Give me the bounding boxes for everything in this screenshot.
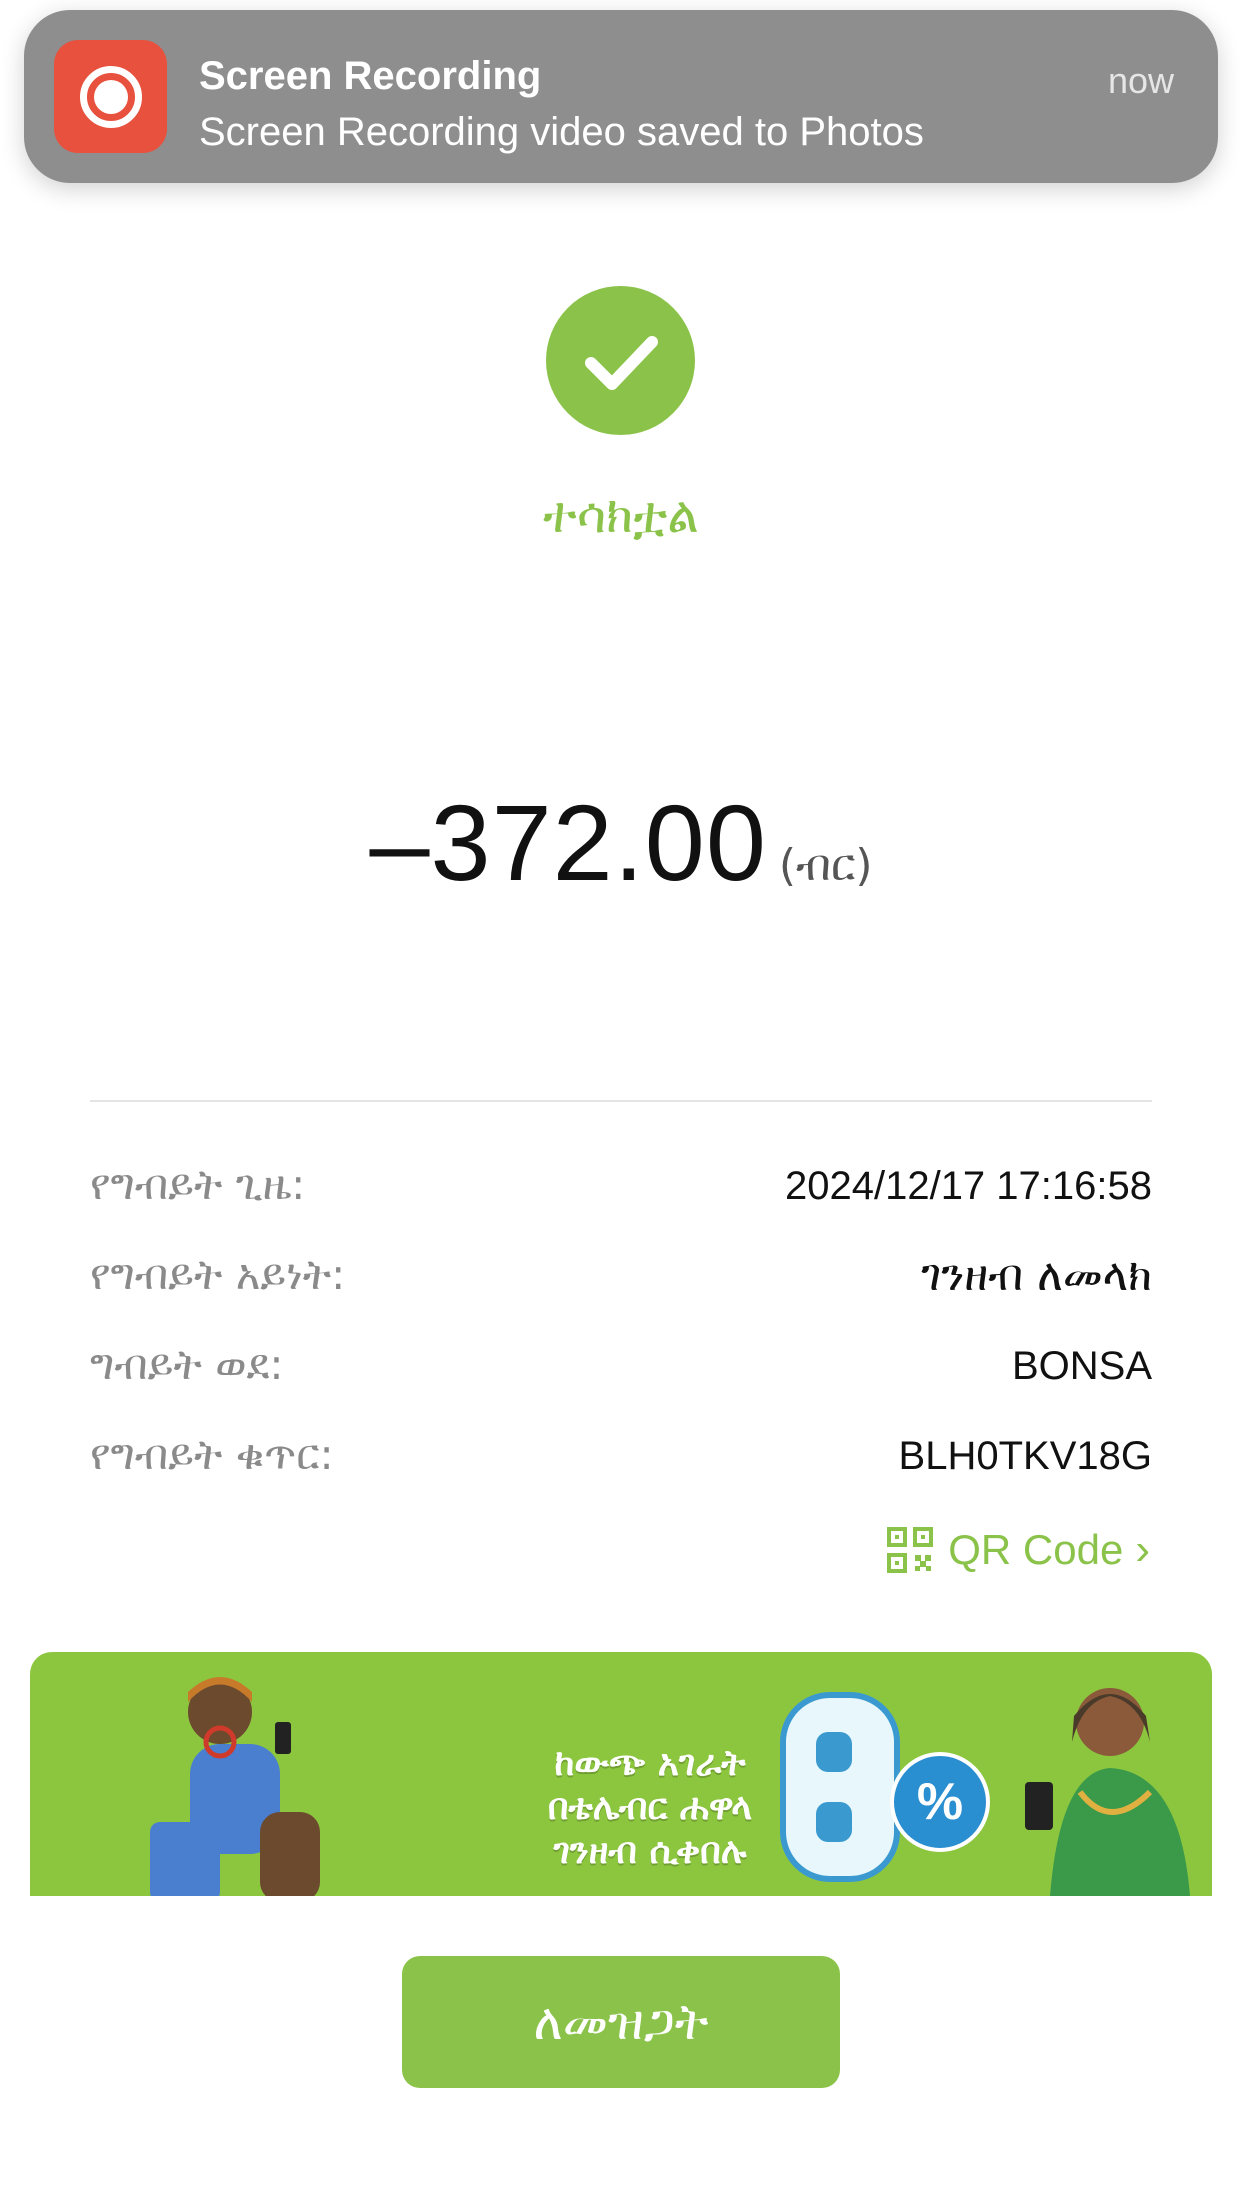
notification-title: Screen Recording (199, 54, 542, 98)
notification-time: now (1107, 60, 1174, 101)
detail-label: የግብይት አይነት: (90, 1250, 346, 1299)
promo-line: ገንዘብ ሲቀበሉ (553, 1831, 747, 1872)
promo-line: በቴሌብር ሐዋላ (547, 1787, 753, 1828)
detail-row-transaction-id: የግብይት ቁጥር: BLH0TKV18G (90, 1430, 1152, 1490)
detail-label: የግብይት ቁጥር: (90, 1430, 334, 1479)
amount-currency: (ብር) (778, 840, 873, 891)
detail-row-time: የግብይት ጊዜ: 2024/12/17 17:16:58 (90, 1160, 1152, 1220)
detail-row-recipient: ግብይት ወደ: BONSA (90, 1340, 1152, 1400)
amount-display: –372.00 (ብር) (0, 780, 1242, 905)
divider (90, 1100, 1152, 1102)
checkmark-icon (546, 286, 695, 435)
detail-value: BLH0TKV18G (898, 1434, 1152, 1478)
detail-label: የግብይት ጊዜ: (90, 1160, 306, 1209)
promo-text: ከውጭ አገራት በቴሌብር ሐዋላ ገንዘብ ሲቀበሉ (500, 1742, 800, 1874)
status-text: ተሳክቷል (543, 486, 699, 544)
detail-row-type: የግብይት አይነት: ገንዘብ ለመላክ (90, 1250, 1152, 1310)
detail-value: 2024/12/17 17:16:58 (784, 1164, 1152, 1208)
person-illustration-left (150, 1677, 320, 1896)
detail-value: ገንዘብ ለመላክ (921, 1250, 1152, 1301)
notification-banner[interactable]: Screen Recording Screen Recording video … (24, 10, 1218, 183)
qr-code-link[interactable]: QR Code › (886, 1522, 1150, 1578)
close-button[interactable]: ለመዝጋት (402, 1956, 840, 2088)
screen-recording-icon (54, 40, 167, 153)
chevron-right-icon: › (1135, 1525, 1150, 1574)
qr-code-icon (887, 1527, 934, 1573)
amount-value: –372.00 (369, 782, 767, 903)
person-illustration-right (1025, 1688, 1190, 1896)
promo-percent: % (770, 1692, 1000, 1892)
detail-label: ግብይት ወደ: (90, 1340, 284, 1389)
notification-body: Screen Recording video saved to Photos (199, 110, 924, 154)
promo-line: ከውጭ አገራት (554, 1743, 746, 1784)
qr-code-label: QR Code (948, 1526, 1124, 1573)
detail-value: BONSA (1011, 1344, 1152, 1388)
promo-banner[interactable]: ከውጭ አገራት በቴሌብር ሐዋላ ገንዘብ ሲቀበሉ % (30, 1652, 1212, 1896)
